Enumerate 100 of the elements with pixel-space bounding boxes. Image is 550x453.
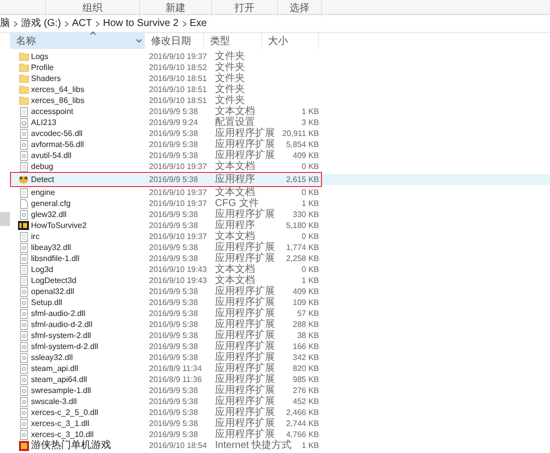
modified-date: 2016/8/9 11:36 (149, 375, 202, 384)
file-type: 应用程序扩展 (215, 253, 275, 264)
file-size: 0 KB (302, 265, 319, 274)
file-size: 1 KB (302, 441, 319, 450)
modified-date: 2016/9/9 5:38 (149, 353, 198, 362)
modified-date: 2016/9/10 19:37 (149, 52, 207, 61)
file-name[interactable]: accesspoint (31, 107, 74, 116)
file-name[interactable]: Shaders (31, 74, 61, 83)
file-name[interactable]: sfml-system-d-2.dll (31, 342, 98, 351)
file-type: 文件夹 (215, 73, 245, 84)
chevron-icon (182, 20, 187, 26)
file-name[interactable]: Detect (31, 175, 54, 184)
file-name[interactable]: avutil-54.dll (31, 151, 72, 160)
file-icon (20, 198, 28, 208)
file-name[interactable]: HowToSurvive2 (31, 221, 87, 230)
file-name[interactable]: xerces_64_libs (31, 85, 84, 94)
breadcrumb-item[interactable]: Exe (190, 16, 207, 31)
file-name[interactable]: xerces_86_libs (31, 96, 84, 105)
file-name[interactable]: swscale-3.dll (31, 397, 77, 406)
modified-date: 2016/9/9 5:38 (149, 287, 198, 296)
file-name[interactable]: steam_api.dll (31, 364, 78, 373)
modified-date: 2016/9/9 5:38 (149, 129, 198, 138)
file-size: 2,744 KB (286, 419, 319, 428)
file-name[interactable]: sfml-audio-d-2.dll (31, 320, 92, 329)
modified-date: 2016/9/9 5:38 (149, 210, 198, 219)
file-name[interactable]: steam_api64.dll (31, 375, 88, 384)
file-type: 应用程序扩展 (215, 150, 275, 161)
column-header[interactable]: 修改日期 (145, 33, 204, 49)
document-icon (20, 106, 28, 116)
file-size: 57 KB (297, 309, 319, 318)
file-name[interactable]: Log3d (31, 265, 54, 274)
file-type: 文本文档 (215, 231, 255, 242)
file-type: 应用程序扩展 (215, 407, 275, 418)
modified-date: 2016/9/9 5:38 (149, 309, 198, 318)
file-name[interactable]: irc (31, 232, 40, 241)
file-name[interactable]: openal32.dll (31, 287, 74, 296)
file-name[interactable]: xerces-c_2_5_0.dll (31, 408, 98, 417)
file-type: 应用程序扩展 (215, 286, 275, 297)
breadcrumb-item[interactable]: 脑 (0, 16, 10, 31)
file-name[interactable]: libeay32.dll (31, 243, 72, 252)
file-size: 1 KB (302, 276, 319, 285)
file-type: 应用程序扩展 (215, 308, 275, 319)
file-name[interactable]: xerces-c_3_10.dll (31, 430, 94, 439)
file-size: 2,615 KB (286, 175, 319, 184)
file-name[interactable]: engine (31, 188, 56, 197)
file-name[interactable]: libsndfile-1.dll (31, 254, 80, 263)
file-size: 0 KB (302, 162, 319, 171)
file-type: 应用程序扩展 (215, 396, 275, 407)
file-name[interactable]: debug (31, 162, 54, 171)
file-name[interactable]: 游侠热门单机游戏 (31, 440, 111, 451)
file-name[interactable]: Profile (31, 63, 54, 72)
breadcrumb-item[interactable]: 游戏 (G:) (21, 16, 61, 31)
document-icon (20, 188, 28, 198)
file-name[interactable]: LogDetect3d (31, 276, 76, 285)
ribbon-group-label[interactable]: 选择 (278, 0, 322, 17)
ribbon-group-label[interactable]: 组织 (46, 0, 140, 17)
file-name[interactable]: sfml-audio-2.dll (31, 309, 86, 318)
file-name[interactable]: glew32.dll (31, 210, 67, 219)
file-type: 应用程序扩展 (215, 139, 275, 150)
chevron-icon (95, 20, 100, 26)
file-size: 5,854 KB (286, 140, 319, 149)
file-type: 应用程序扩展 (215, 330, 275, 341)
modified-date: 2016/9/9 5:38 (149, 397, 198, 406)
file-type: 应用程序扩展 (215, 319, 275, 330)
modified-date: 2016/9/10 18:51 (149, 85, 207, 94)
file-name[interactable]: xerces-c_3_1.dll (31, 419, 90, 428)
file-type: 应用程序扩展 (215, 209, 275, 220)
file-name[interactable]: swresample-1.dll (31, 386, 92, 395)
file-size: 2,466 KB (286, 408, 319, 417)
file-name[interactable]: ssleay32.dll (31, 353, 73, 362)
file-name[interactable]: Logs (31, 52, 48, 61)
file-name[interactable]: general.cfg (31, 199, 71, 208)
file-name[interactable]: ALI213 (31, 118, 56, 127)
ribbon-group-label[interactable]: 新建 (140, 0, 212, 17)
modified-date: 2016/9/9 5:38 (149, 298, 198, 307)
file-name[interactable]: avcodec-56.dll (31, 129, 83, 138)
file-type: 文本文档 (215, 106, 255, 117)
column-header[interactable]: 类型 (204, 33, 262, 49)
file-size: 409 KB (292, 287, 319, 296)
file-type: 文本文档 (215, 161, 255, 172)
modified-date: 2016/9/9 5:38 (149, 430, 198, 439)
ribbon-group-label[interactable]: 打开 (212, 0, 278, 17)
file-name[interactable]: Setup.dll (31, 298, 62, 307)
modified-date: 2016/9/9 5:38 (149, 254, 198, 263)
modified-date: 2016/9/9 9:24 (149, 118, 198, 127)
file-type: 文件夹 (215, 84, 245, 95)
creature-icon (18, 175, 29, 184)
file-name[interactable]: avformat-56.dll (31, 140, 84, 149)
modified-date: 2016/9/9 5:38 (149, 342, 198, 351)
file-type: 文本文档 (215, 275, 255, 286)
modified-date: 2016/9/9 5:38 (149, 408, 198, 417)
file-type: 应用程序扩展 (215, 429, 275, 440)
chevron-icon (64, 20, 69, 26)
column-header[interactable]: 名称 (10, 33, 145, 49)
file-type: 文件夹 (215, 95, 245, 106)
file-name[interactable]: sfml-system-2.dll (31, 331, 92, 340)
breadcrumb-item[interactable]: How to Survive 2 (103, 16, 179, 31)
column-header[interactable]: 大小 (262, 33, 319, 49)
modified-date: 2016/9/10 19:37 (149, 232, 207, 241)
breadcrumb-item[interactable]: ACT (72, 16, 92, 31)
